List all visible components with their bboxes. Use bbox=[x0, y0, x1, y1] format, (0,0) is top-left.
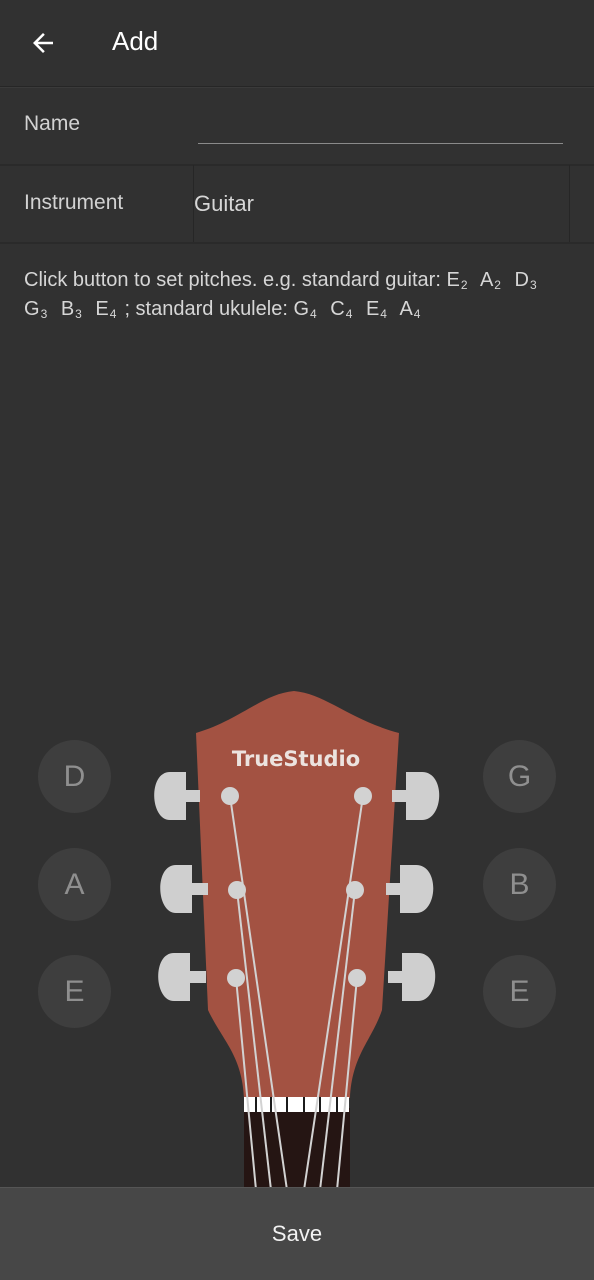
instrument-value: Guitar bbox=[194, 191, 254, 216]
save-button[interactable]: Save bbox=[0, 1187, 594, 1280]
app-screen: Add Name Instrument Guitar Click button … bbox=[0, 0, 594, 1280]
guitar-note-2: A2 bbox=[479, 269, 501, 292]
guitar-note-1: E2 bbox=[446, 269, 468, 292]
app-bar: Add bbox=[0, 0, 594, 87]
ukulele-note-2: C4 bbox=[330, 298, 353, 321]
guitar-note-4: G3 bbox=[24, 298, 48, 321]
instrument-select[interactable]: Guitar bbox=[193, 165, 570, 242]
name-label: Name bbox=[24, 112, 81, 135]
pitch-hint: Click button to set pitches. e.g. standa… bbox=[24, 268, 574, 326]
hint-separator: ; standard ukulele: bbox=[124, 298, 288, 320]
instrument-label: Instrument bbox=[24, 191, 124, 214]
ukulele-note-3: E4 bbox=[365, 298, 387, 321]
back-button[interactable] bbox=[22, 22, 64, 64]
arrow-left-icon bbox=[33, 33, 53, 53]
brand-logo-text: TrueStudio bbox=[232, 747, 360, 771]
guitar-note-5: B3 bbox=[60, 298, 82, 321]
save-label: Save bbox=[271, 1221, 323, 1246]
ukulele-standard-notes: G4 C4 E4 A4 bbox=[293, 298, 428, 321]
name-input[interactable] bbox=[198, 104, 563, 144]
fretboard bbox=[244, 1108, 350, 1190]
hint-text: Click button to set pitches. e.g. standa… bbox=[24, 269, 441, 291]
guitar-note-6: E4 bbox=[95, 298, 117, 321]
ukulele-note-1: G4 bbox=[293, 298, 317, 321]
page-title: Add bbox=[112, 26, 159, 56]
ukulele-note-4: A4 bbox=[399, 298, 421, 321]
guitar-headstock: TrueStudio bbox=[154, 691, 440, 1190]
guitar-note-3: D3 bbox=[514, 269, 537, 292]
